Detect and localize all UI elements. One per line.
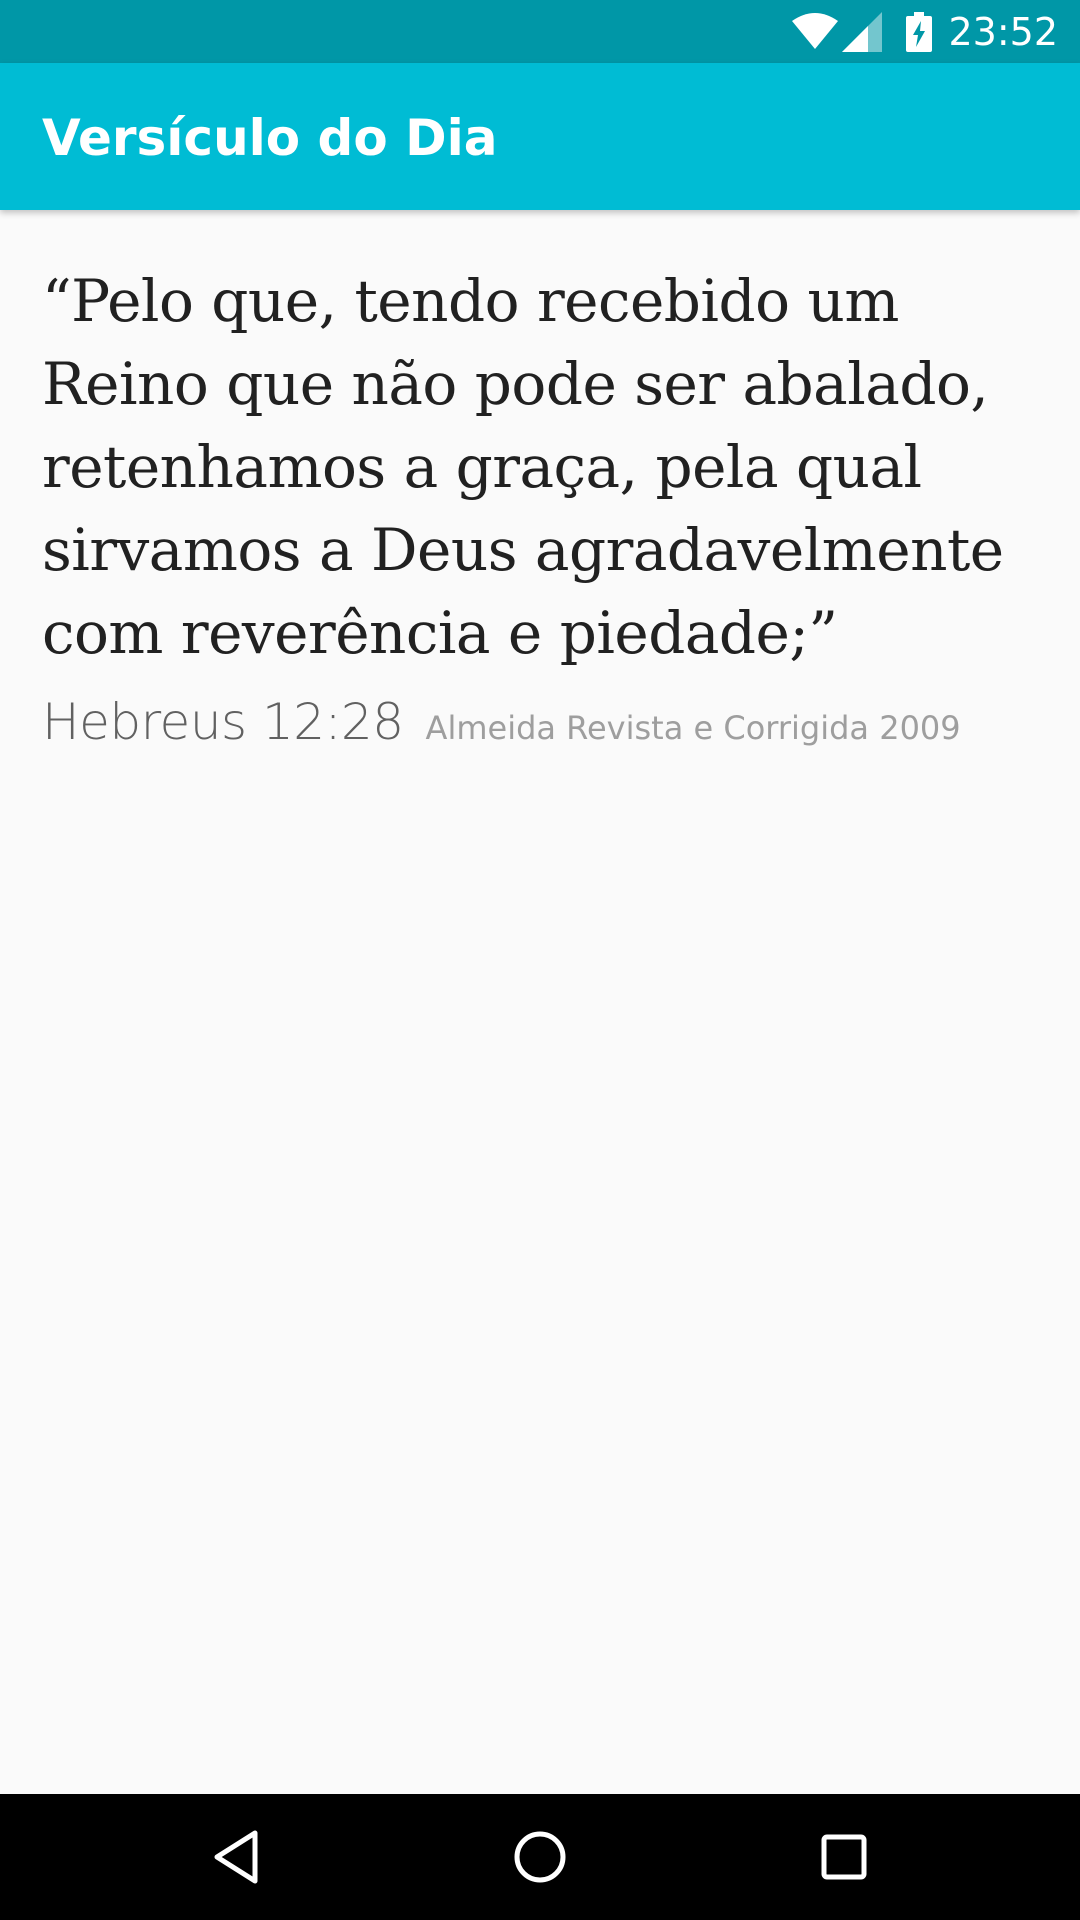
- bible-version: Almeida Revista e Corrigida 2009: [425, 709, 961, 747]
- verse-content: “Pelo que, tendo recebido um Reino que n…: [42, 210, 1042, 751]
- app-title: Versículo do Dia: [42, 109, 498, 167]
- navigation-bar: [0, 1794, 1080, 1920]
- recents-button[interactable]: [764, 1794, 924, 1920]
- battery-charging-icon: [906, 11, 933, 52]
- cell-signal-icon: [842, 11, 883, 52]
- back-icon: [214, 1830, 258, 1884]
- home-button[interactable]: [460, 1794, 620, 1920]
- status-icons: 23:52: [792, 0, 1080, 63]
- home-icon: [514, 1831, 566, 1883]
- status-time: 23:52: [948, 9, 1058, 54]
- verse-reference-row: Hebreus 12:28 Almeida Revista e Corrigid…: [42, 693, 1042, 751]
- recents-icon: [821, 1834, 867, 1880]
- verse-reference: Hebreus 12:28: [42, 693, 404, 751]
- app-bar: Versículo do Dia: [0, 63, 1080, 210]
- back-button[interactable]: [156, 1794, 316, 1920]
- verse-text: “Pelo que, tendo recebido um Reino que n…: [42, 267, 1004, 667]
- status-bar: 23:52: [0, 0, 1080, 63]
- wifi-icon: [792, 12, 839, 49]
